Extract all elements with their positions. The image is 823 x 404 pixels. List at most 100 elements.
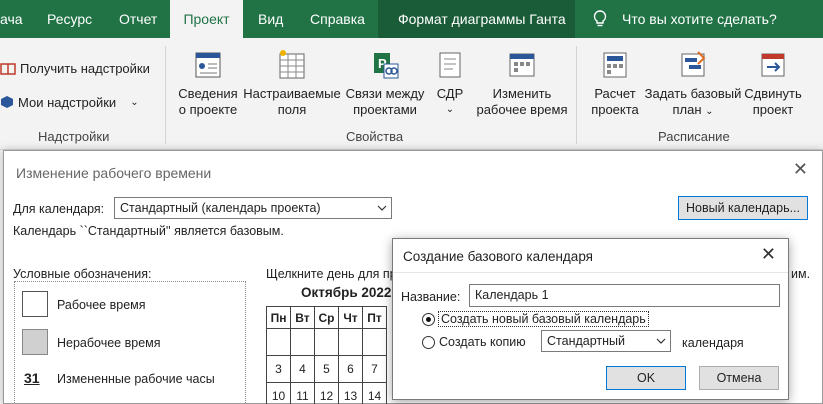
new-calendar-radio[interactable] [422, 313, 435, 326]
copy-suffix-label: календаря [682, 336, 744, 350]
calendar-day-cell[interactable] [314, 328, 339, 356]
calendar-day-cell[interactable]: 5 [314, 355, 339, 383]
calendar-day-cell[interactable]: 10 [266, 382, 291, 404]
weekday-header: Ср [314, 306, 339, 329]
dialog-title: Изменение рабочего времени [16, 165, 212, 181]
change-work-time-label-2: рабочее время [476, 102, 568, 117]
new-calendar-button[interactable]: Новый календарь... [678, 196, 808, 220]
calendar-day-cell[interactable] [362, 328, 387, 356]
name-label: Название: [401, 290, 461, 304]
for-calendar-label: Для календаря: [13, 202, 105, 216]
ribbon-body: Получить надстройки Мои надстройки ⌄ Над… [0, 38, 823, 150]
set-baseline-button[interactable]: Задать базовый план ⌄ [644, 48, 742, 120]
calendar-day-cell[interactable]: 11 [290, 382, 315, 404]
calendar-icon [509, 53, 535, 77]
instruction-fragment: им. [791, 267, 811, 281]
cancel-button[interactable]: Отмена [699, 366, 779, 390]
legend-title: Условные обозначения: [13, 267, 152, 281]
group-label-schedule: Расписание [658, 129, 730, 144]
calendar-day-cell[interactable] [290, 328, 315, 356]
legend-box: Рабочее время Нерабочее время 31 Изменен… [14, 281, 246, 404]
dialog-title: Создание базового календаря [403, 249, 593, 264]
legend-working: Рабочее время [57, 298, 146, 312]
calendar-day-cell[interactable]: 12 [314, 382, 339, 404]
legend-changed: Измененные рабочие часы [57, 372, 215, 386]
calendar-day-cell[interactable]: 6 [338, 355, 363, 383]
project-links-button[interactable]: P Связи между проектами [344, 48, 426, 118]
tab-report[interactable]: Отчет [119, 0, 157, 38]
tab-resource[interactable]: Ресурс [47, 0, 92, 38]
calendar-day-cell[interactable]: 13 [338, 382, 363, 404]
calendar-day-cell[interactable]: 4 [290, 355, 315, 383]
chevron-down-icon: ⌄ [130, 96, 139, 108]
custom-fields-label-2: поля [277, 102, 307, 117]
change-work-time-label-1: Изменить [492, 86, 552, 101]
calendar-name-value: Календарь 1 [475, 288, 549, 302]
calendar-day-cell[interactable] [338, 328, 363, 356]
set-baseline-label-2: план ⌄ [672, 102, 714, 117]
title-divider [393, 272, 788, 273]
group-separator [165, 46, 166, 144]
calendar-day-cell[interactable]: 7 [362, 355, 387, 383]
ribbon-tab-bar: ача Ресурс Отчет Проект Вид Справка Форм… [0, 0, 823, 38]
copy-calendar-option-label[interactable]: Создать копию [439, 335, 526, 349]
store-icon [0, 63, 16, 75]
custom-fields-button[interactable]: Настраиваемые поля [242, 48, 342, 118]
tell-me-text: Что вы хотите сделать? [622, 11, 777, 27]
addins-icon [1, 96, 13, 108]
custom-fields-label-1: Настраиваемые [243, 86, 341, 101]
group-separator [576, 46, 577, 144]
my-addins-button[interactable]: Мои надстройки ⌄ [0, 94, 139, 110]
copy-source-select[interactable]: Стандартный [541, 330, 671, 352]
calendar-name-input[interactable]: Календарь 1 [469, 284, 780, 307]
month-calendar-grid: Пн Вт Ср Чт Пт 3 4 5 6 7 10 11 12 13 14 [266, 306, 387, 404]
click-day-instruction: Щелкните день для пр [266, 267, 397, 281]
change-work-time-button[interactable]: Изменить рабочее время [474, 48, 570, 118]
weekday-header: Пн [266, 306, 291, 329]
project-info-icon [195, 52, 221, 78]
calendar-select[interactable]: Стандартный (календарь проекта) [114, 197, 392, 219]
copy-calendar-radio[interactable] [422, 336, 435, 349]
project-links-label-2: проектами [353, 102, 417, 117]
move-project-icon [761, 53, 785, 77]
calendar-day-cell[interactable]: 14 [362, 382, 387, 404]
custom-fields-icon [279, 50, 305, 79]
chevron-down-icon [377, 205, 387, 211]
tab-project[interactable]: Проект [170, 0, 243, 38]
base-calendar-note: Календарь ``Стандартный'' является базов… [13, 224, 284, 238]
tab-view[interactable]: Вид [258, 0, 283, 38]
tab-gantt-format[interactable]: Формат диаграммы Ганта [398, 0, 566, 38]
project-info-button[interactable]: Сведения о проекте [176, 48, 240, 118]
tab-task[interactable]: ача [0, 0, 23, 38]
tab-help[interactable]: Справка [310, 0, 365, 38]
baseline-icon [681, 51, 706, 77]
project-links-icon: P [374, 53, 399, 79]
chevron-down-icon: ⌄ [705, 106, 714, 117]
calculate-label-2: проекта [591, 102, 639, 117]
wbs-button[interactable]: СДР ⌄ [428, 48, 472, 118]
changed-hours-icon: 31 [24, 370, 40, 386]
move-project-label-1: Сдвинуть [744, 86, 802, 101]
calendar-select-value: Стандартный (календарь проекта) [120, 201, 321, 215]
project-links-label-1: Связи между [345, 86, 425, 101]
new-calendar-option-label[interactable]: Создать новый базовый календарь [438, 311, 649, 327]
get-addins-label: Получить надстройки [20, 60, 150, 76]
legend-nonworking: Нерабочее время [57, 336, 161, 350]
calendar-month-title: Октябрь 2022 [301, 285, 392, 300]
move-project-button[interactable]: Сдвинуть проект [742, 48, 804, 118]
calculate-project-button[interactable]: Расчет проекта [584, 48, 646, 118]
calendar-day-cell[interactable] [266, 328, 291, 356]
weekday-header: Чт [338, 306, 363, 329]
ok-button[interactable]: OK [606, 366, 686, 390]
calendar-day-cell[interactable]: 3 [266, 355, 291, 383]
project-info-label-1: Сведения [178, 86, 238, 101]
weekday-header: Пт [362, 306, 387, 329]
close-icon[interactable]: ✕ [761, 244, 776, 265]
nonworking-swatch [22, 329, 48, 355]
close-icon[interactable]: ✕ [793, 159, 808, 180]
wbs-label: СДР [436, 86, 464, 101]
group-label-addins: Надстройки [38, 129, 110, 144]
tell-me-box[interactable]: Что вы хотите сделать? [592, 9, 777, 29]
get-addins-button[interactable]: Получить надстройки [0, 60, 150, 76]
working-swatch [22, 291, 48, 317]
